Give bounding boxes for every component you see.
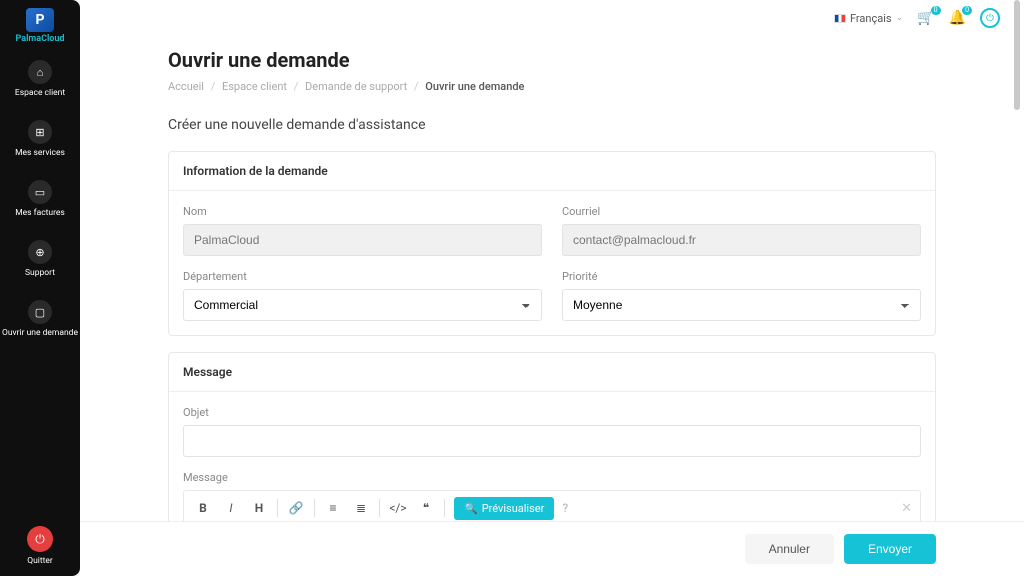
toolbar-separator — [314, 499, 315, 517]
expand-icon: ✕ — [901, 501, 912, 516]
brand-name: PalmaCloud — [16, 34, 65, 44]
sidebar-item-label: Support — [25, 268, 55, 278]
breadcrumb-sep: / — [414, 80, 419, 93]
flag-fr-icon — [834, 14, 846, 23]
main-content: Français ⌄ 🛒 0 🔔 0 ⏻ Ouvrir une demande … — [80, 0, 1024, 576]
card-info: Information de la demande Nom Courriel — [168, 151, 936, 336]
search-icon: 🔍 — [464, 502, 478, 515]
sidebar-item-ouvrir-demande[interactable]: ▢ Ouvrir une demande — [0, 296, 80, 342]
notifications-button[interactable]: 🔔 0 — [949, 10, 966, 26]
heading-icon: H — [255, 501, 263, 515]
sidebar-item-support[interactable]: ⊕ Support — [0, 236, 80, 282]
breadcrumb-item-current: Ouvrir une demande — [425, 80, 524, 93]
sidebar-item-label: Mes factures — [15, 208, 65, 218]
sidebar-item-label: Ouvrir une demande — [2, 328, 78, 338]
card-message-header: Message — [169, 353, 935, 392]
sidebar-quit[interactable]: ⏻ Quitter — [27, 526, 53, 566]
toolbar-separator — [277, 499, 278, 517]
help-button[interactable]: ? — [562, 501, 568, 515]
quote-button[interactable]: ❝ — [413, 495, 439, 521]
ol-button[interactable]: ≣ — [348, 495, 374, 521]
services-icon: ⊞ — [28, 120, 52, 144]
user-icon: ⏻ — [986, 13, 994, 24]
editor-toolbar: B I H 🔗 ≡ ≣ </> ❝ — [183, 490, 921, 525]
sidebar-item-mes-factures[interactable]: ▭ Mes factures — [0, 176, 80, 222]
department-label: Département — [183, 270, 542, 283]
ul-icon: ≡ — [329, 501, 336, 515]
logo-icon: P — [26, 8, 54, 32]
bold-button[interactable]: B — [190, 495, 216, 521]
brand-logo[interactable]: P PalmaCloud — [16, 8, 65, 44]
cart-button[interactable]: 🛒 0 — [917, 10, 934, 26]
subject-input[interactable] — [183, 425, 921, 457]
expand-button[interactable]: ✕ — [901, 501, 912, 516]
scrollbar[interactable] — [1012, 0, 1022, 576]
card-info-header: Information de la demande — [169, 152, 935, 191]
power-icon: ⏻ — [27, 526, 53, 552]
name-field — [183, 224, 542, 256]
ul-button[interactable]: ≡ — [320, 495, 346, 521]
language-label: Français — [850, 12, 892, 25]
sidebar-item-espace-client[interactable]: ⌂ Espace client — [0, 56, 80, 102]
page-subheading: Créer une nouvelle demande d'assistance — [168, 117, 936, 133]
preview-button[interactable]: 🔍 Prévisualiser — [454, 497, 554, 520]
breadcrumb-item[interactable]: Espace client — [222, 80, 287, 93]
department-select[interactable]: Commercial — [183, 289, 542, 321]
submit-button[interactable]: Envoyer — [844, 534, 936, 564]
footer-actions: Annuler Envoyer — [80, 521, 1024, 576]
toolbar-separator — [379, 499, 380, 517]
heading-button[interactable]: H — [246, 495, 272, 521]
preview-label: Prévisualiser — [482, 502, 545, 515]
chevron-down-icon: ⌄ — [896, 13, 904, 23]
invoice-icon: ▭ — [28, 180, 52, 204]
italic-icon: I — [229, 501, 232, 515]
ticket-icon: ▢ — [28, 300, 52, 324]
scrollbar-thumb[interactable] — [1014, 0, 1020, 110]
support-icon: ⊕ — [28, 240, 52, 264]
code-button[interactable]: </> — [385, 495, 411, 521]
cancel-button[interactable]: Annuler — [745, 534, 834, 564]
breadcrumb: Accueil / Espace client / Demande de sup… — [168, 80, 936, 93]
breadcrumb-item[interactable]: Demande de support — [305, 80, 407, 93]
breadcrumb-item[interactable]: Accueil — [168, 80, 204, 93]
email-field — [562, 224, 921, 256]
language-selector[interactable]: Français ⌄ — [834, 12, 903, 25]
quit-label: Quitter — [27, 556, 53, 566]
italic-button[interactable]: I — [218, 495, 244, 521]
subject-label: Objet — [183, 406, 921, 419]
sidebar-item-label: Espace client — [15, 88, 65, 98]
ol-icon: ≣ — [356, 501, 366, 515]
quote-icon: ❝ — [423, 501, 429, 515]
sidebar-nav: ⌂ Espace client ⊞ Mes services ▭ Mes fac… — [0, 56, 80, 342]
code-icon: </> — [389, 501, 406, 515]
breadcrumb-sep: / — [211, 80, 216, 93]
bold-icon: B — [199, 501, 207, 515]
link-icon: 🔗 — [289, 501, 304, 515]
name-label: Nom — [183, 205, 542, 218]
notif-badge: 0 — [962, 6, 972, 15]
link-button[interactable]: 🔗 — [283, 495, 309, 521]
page-title: Ouvrir une demande — [168, 48, 936, 72]
message-label: Message — [183, 471, 921, 484]
priority-label: Priorité — [562, 270, 921, 283]
sidebar-item-label: Mes services — [15, 148, 65, 158]
email-label: Courriel — [562, 205, 921, 218]
priority-select[interactable]: Moyenne — [562, 289, 921, 321]
toolbar-separator — [444, 499, 445, 517]
sidebar-item-mes-services[interactable]: ⊞ Mes services — [0, 116, 80, 162]
sidebar: P PalmaCloud ⌂ Espace client ⊞ Mes servi… — [0, 0, 80, 576]
user-avatar[interactable]: ⏻ — [980, 8, 1000, 28]
topbar: Français ⌄ 🛒 0 🔔 0 ⏻ — [834, 8, 1000, 28]
help-icon: ? — [562, 501, 568, 515]
home-icon: ⌂ — [28, 60, 52, 84]
breadcrumb-sep: / — [294, 80, 299, 93]
cart-badge: 0 — [931, 6, 941, 15]
